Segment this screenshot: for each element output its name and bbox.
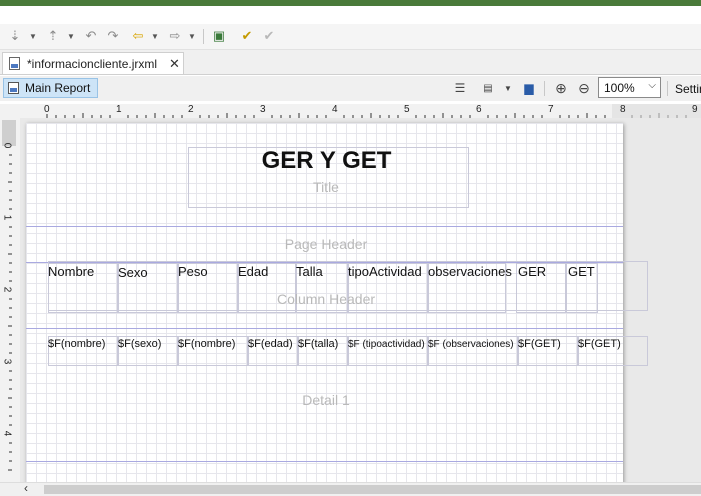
scrollbar-thumb[interactable] bbox=[44, 485, 701, 494]
horizontal-ruler: 0 1 2 3 4 5 6 7 8 9 bbox=[0, 104, 701, 119]
editor-tab-strip: *informacioncliente.jrxml ✕ bbox=[0, 50, 701, 75]
dropdown-arrow-icon[interactable]: ▼ bbox=[502, 79, 514, 97]
ruler-number: 9 bbox=[692, 104, 698, 115]
report-canvas[interactable]: GER Y GET Title Page Header Column Heade… bbox=[20, 118, 701, 482]
main-report-button[interactable]: Main Report bbox=[3, 78, 98, 98]
field-observaciones[interactable]: $F (observaciones) bbox=[428, 338, 518, 351]
field-peso[interactable]: $F(nombre) bbox=[178, 338, 235, 351]
ruler-number: 3 bbox=[1, 358, 13, 365]
ruler-number: 5 bbox=[404, 104, 410, 115]
column-header-ger[interactable]: GER bbox=[518, 263, 546, 280]
chevron-down-icon: ⌵ bbox=[648, 80, 656, 91]
back-icon[interactable]: ⇦ bbox=[129, 27, 147, 45]
band-separator[interactable] bbox=[26, 328, 623, 329]
zoom-out-icon[interactable]: ⊖ bbox=[576, 79, 592, 97]
field-tipoactividad[interactable]: $F (tipoactividad) bbox=[348, 338, 428, 351]
report-page[interactable]: GER Y GET Title Page Header Column Heade… bbox=[26, 123, 648, 482]
redo-arrow-icon[interactable]: ↷ bbox=[104, 27, 122, 45]
ruler-number: 6 bbox=[476, 104, 482, 115]
datasource-icon[interactable]: ▤ bbox=[480, 79, 496, 97]
editor-tab-informacioncliente[interactable]: *informacioncliente.jrxml ✕ bbox=[2, 52, 184, 74]
field-edad[interactable]: $F(edad) bbox=[248, 338, 293, 351]
band-label-title: Title bbox=[313, 179, 339, 195]
field-get[interactable]: $F(GET) bbox=[578, 338, 621, 351]
column-header-tipoactividad[interactable]: tipoActividad bbox=[348, 263, 422, 280]
column-header-get[interactable]: GET bbox=[568, 263, 595, 280]
column-header-observaciones[interactable]: observaciones bbox=[428, 263, 512, 280]
report-icon bbox=[8, 82, 19, 94]
settings-button[interactable]: Settin bbox=[675, 82, 701, 96]
ruler-number: 8 bbox=[620, 104, 626, 115]
editor-tab-label: *informacioncliente.jrxml bbox=[27, 57, 158, 71]
column-header-talla[interactable]: Talla bbox=[296, 263, 323, 280]
jrxml-file-icon bbox=[9, 57, 20, 70]
close-icon[interactable]: ✕ bbox=[169, 56, 180, 72]
dropdown-arrow-icon[interactable]: ▼ bbox=[29, 32, 37, 41]
field-ger[interactable]: $F(GET) bbox=[518, 338, 561, 351]
column-header-sexo[interactable]: Sexo bbox=[118, 264, 148, 281]
import-icon[interactable]: ⇡ bbox=[44, 27, 62, 45]
ruler-number: 4 bbox=[332, 104, 338, 115]
report-title[interactable]: GER Y GET bbox=[186, 147, 467, 175]
forward-icon[interactable]: ⇨ bbox=[166, 27, 184, 45]
field-nombre[interactable]: $F(nombre) bbox=[48, 338, 105, 351]
ruler-number: 4 bbox=[1, 430, 13, 437]
dropdown-arrow-icon[interactable]: ▼ bbox=[151, 32, 159, 41]
band-label-page-header: Page Header bbox=[284, 236, 368, 252]
export-icon[interactable]: ⇣ bbox=[6, 27, 24, 45]
ruler-number: 0 bbox=[1, 142, 13, 149]
window-top-accent-bar bbox=[0, 0, 701, 6]
column-header-edad[interactable]: Edad bbox=[238, 263, 268, 280]
dropdown-arrow-icon[interactable]: ▼ bbox=[67, 32, 75, 41]
field-sexo[interactable]: $F(sexo) bbox=[118, 338, 161, 351]
ruler-number: 3 bbox=[260, 104, 266, 115]
report-editor-toolbar: Main Report ☰ ▤ ▼ ▆ ⊕ ⊖ 100% ⌵ Settin bbox=[0, 76, 701, 101]
ruler-number: 2 bbox=[188, 104, 194, 115]
main-report-label: Main Report bbox=[25, 81, 91, 95]
checkmark-gray-icon[interactable]: ✔ bbox=[260, 27, 278, 45]
ruler-number: 7 bbox=[548, 104, 554, 115]
band-separator[interactable] bbox=[26, 226, 623, 227]
scroll-left-icon[interactable]: ‹ bbox=[24, 481, 28, 495]
toolbar-separator bbox=[544, 81, 545, 96]
undo-arrow-icon[interactable]: ↶ bbox=[82, 27, 100, 45]
toolbar-separator bbox=[203, 29, 204, 44]
main-toolbar: ⇣ ▼ ⇡ ▼ ↶ ↷ ⇦ ▼ ⇨ ▼ ▣ ✔ ✔ bbox=[0, 24, 701, 50]
dropdown-arrow-icon[interactable]: ▼ bbox=[188, 32, 196, 41]
ruler-ticks bbox=[46, 104, 701, 118]
band-separator[interactable] bbox=[26, 461, 623, 462]
vertical-ruler: 0 1 2 3 4 bbox=[0, 118, 21, 482]
ruler-number: 1 bbox=[1, 214, 13, 221]
horizontal-scrollbar[interactable]: ‹ bbox=[0, 481, 701, 496]
zoom-in-icon[interactable]: ⊕ bbox=[553, 79, 569, 97]
zoom-value: 100% bbox=[604, 81, 635, 95]
toolbar-separator bbox=[667, 81, 668, 96]
publish-icon[interactable]: ▣ bbox=[210, 27, 228, 45]
column-header-nombre[interactable]: Nombre bbox=[48, 263, 94, 280]
field-talla[interactable]: $F(talla) bbox=[298, 338, 338, 351]
band-label-column-header: Column Header bbox=[276, 291, 376, 307]
band-layout-icon[interactable]: ☰ bbox=[452, 79, 468, 97]
ruler-number: 2 bbox=[1, 286, 13, 293]
column-header-peso[interactable]: Peso bbox=[178, 263, 208, 280]
ruler-number: 1 bbox=[116, 104, 122, 115]
zoom-select[interactable]: 100% ⌵ bbox=[598, 77, 661, 98]
checkmark-icon[interactable]: ✔ bbox=[238, 27, 256, 45]
ruler-ticks bbox=[8, 154, 12, 471]
database-icon[interactable]: ▆ bbox=[521, 79, 537, 97]
band-label-detail: Detail 1 bbox=[302, 392, 350, 408]
ruler-number: 0 bbox=[44, 104, 50, 115]
